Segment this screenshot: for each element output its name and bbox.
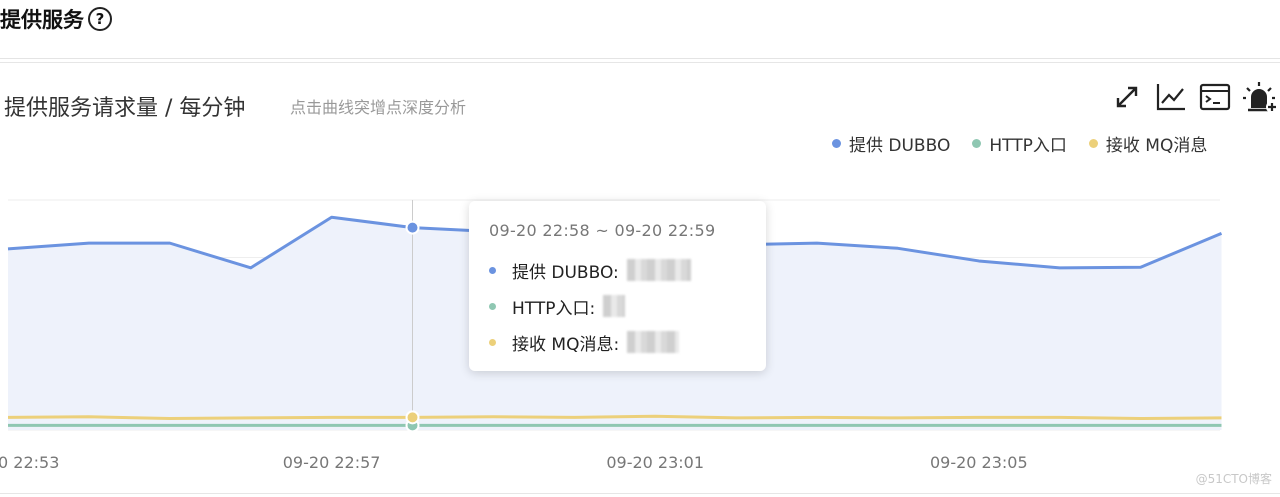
- tooltip-range: 09-20 22:58 ~ 09-20 22:59: [489, 221, 716, 240]
- tooltip-row-dubbo: 提供 DUBBO:: [489, 252, 746, 288]
- tooltip-value-blurred: [627, 331, 680, 353]
- x-tick-label: 09-20 22:57: [283, 453, 381, 472]
- tooltip-row-mq: 接收 MQ消息:: [489, 324, 746, 360]
- tooltip-dot: [489, 338, 496, 346]
- tooltip-dot: [489, 266, 496, 274]
- tooltip-value-blurred: [603, 295, 626, 317]
- hover-point-mq: [405, 410, 420, 425]
- tooltip-row-http: HTTP入口:: [489, 288, 746, 324]
- x-tick-label: 09-20 23:05: [930, 453, 1028, 472]
- watermark: @51CTO博客: [1195, 472, 1272, 486]
- chart-tooltip: 09-20 22:58 ~ 09-20 22:59 提供 DUBBO: HTTP…: [469, 201, 766, 371]
- tooltip-series-name: 提供 DUBBO:: [512, 262, 619, 283]
- x-tick-label: 09-20 23:01: [606, 453, 704, 472]
- x-tick-label: 0 22:53: [0, 453, 59, 472]
- tooltip-series-name: 接收 MQ消息:: [512, 334, 620, 355]
- tooltip-value-blurred: [626, 259, 691, 281]
- tooltip-series-name: HTTP入口:: [512, 298, 596, 319]
- hover-point-dubbo: [405, 220, 420, 235]
- tooltip-dot: [489, 302, 496, 310]
